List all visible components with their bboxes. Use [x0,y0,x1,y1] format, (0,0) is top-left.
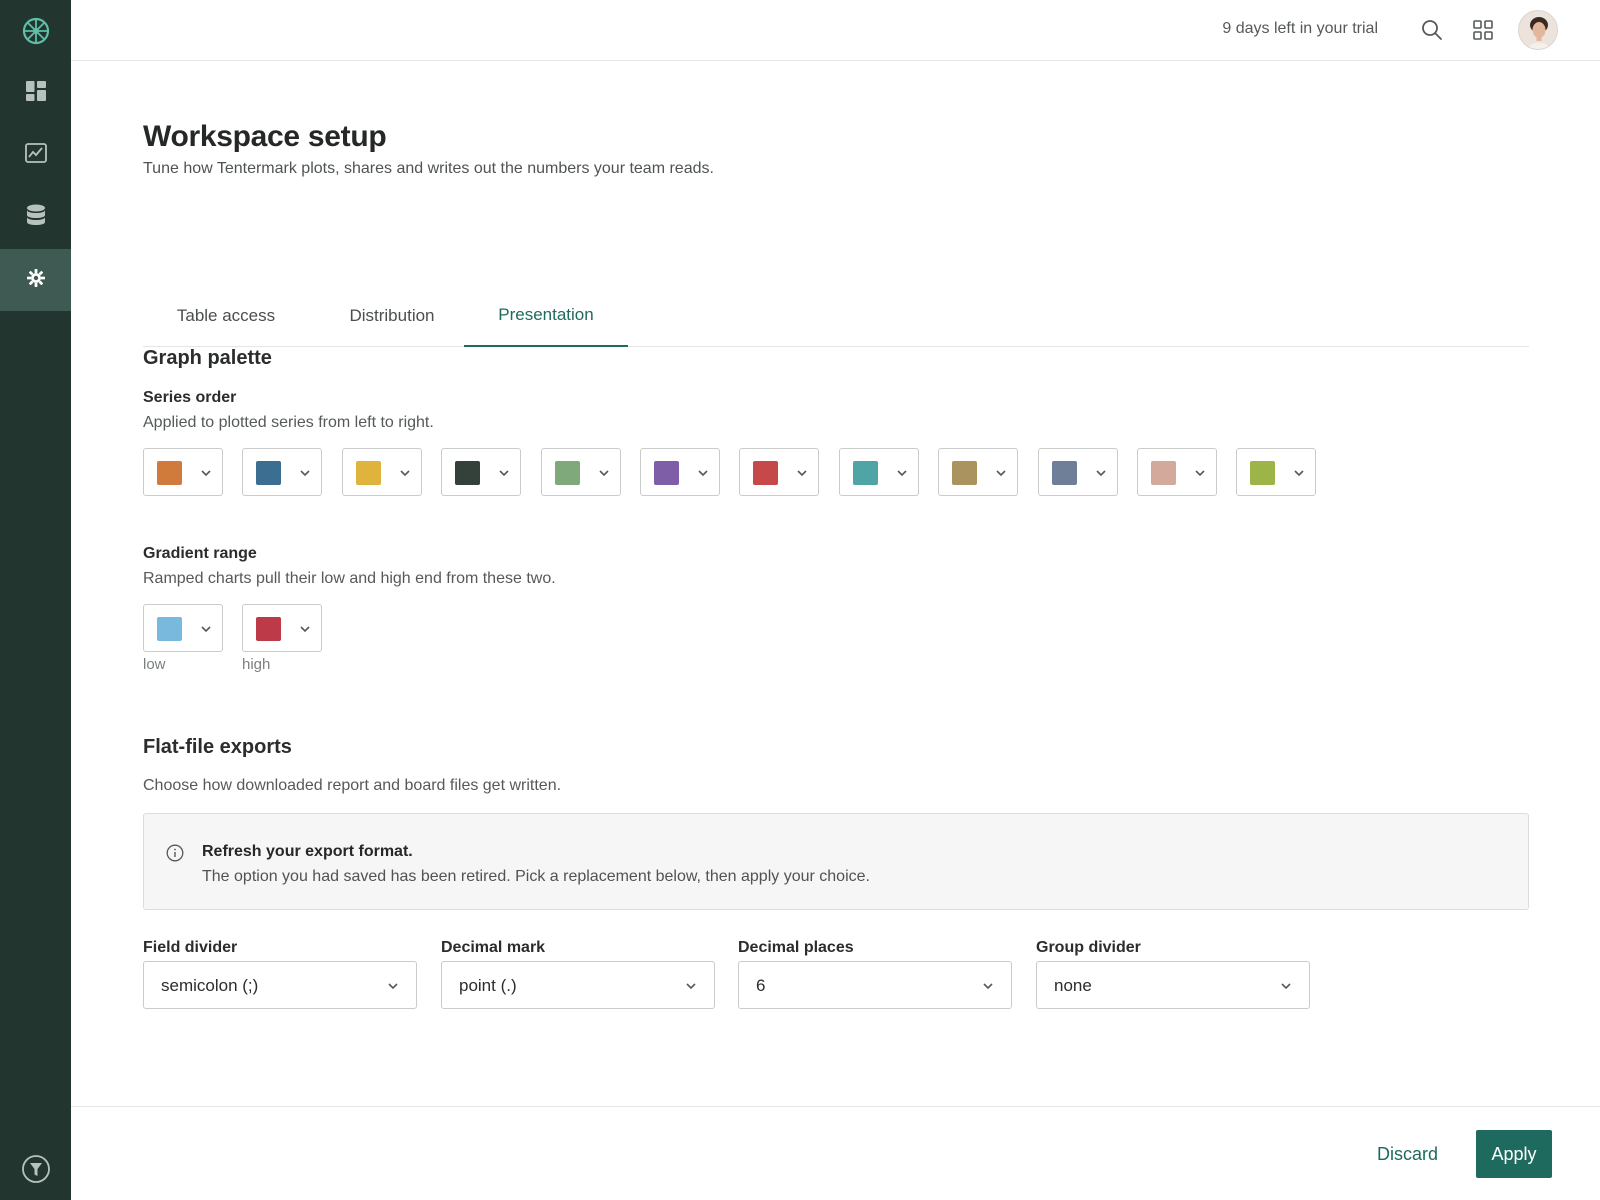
chevron-down-icon [983,983,993,990]
color-chip [654,461,679,485]
series-order-help: Applied to plotted series from left to r… [143,414,434,431]
color-chip [356,461,381,485]
series-color-picker-1[interactable] [143,448,223,496]
field-divider-select[interactable]: semicolon (;) [143,961,417,1009]
series-color-pickers [143,448,1463,496]
series-color-picker-10[interactable] [1038,448,1118,496]
series-color-picker-7[interactable] [739,448,819,496]
line-chart-icon [24,142,47,168]
series-color-picker-4[interactable] [441,448,521,496]
tab-bar: Table access Distribution Presentation [143,285,1529,347]
chevron-down-icon [400,470,410,477]
series-order-label: Series order [143,389,237,406]
field-divider-value: semicolon (;) [161,976,259,995]
color-chip [753,461,778,485]
color-chip [1052,461,1077,485]
callout-title: Refresh your export format. [202,843,413,860]
decimal-places-value: 6 [756,976,766,995]
chevron-down-icon [388,983,398,990]
gradient-range-help: Ramped charts pull their low and high en… [143,570,556,587]
gear-icon [26,268,45,292]
decimal-mark-label: Decimal mark [441,939,546,956]
trial-notice[interactable]: 9 days left in your trial [1222,20,1378,38]
page-title: Workspace setup [143,120,387,153]
chevron-down-icon [201,470,211,477]
top-bar: 9 days left in your trial [71,0,1600,61]
gradient-low-label: low [143,656,166,673]
chevron-down-icon [686,983,696,990]
sidebar-item-dashboard[interactable] [0,62,71,124]
color-chip [853,461,878,485]
decimal-mark-select[interactable]: point (.) [441,961,715,1009]
export-format-callout: Refresh your export format. The option y… [143,813,1529,910]
chevron-down-icon [1195,470,1205,477]
chevron-down-icon [1294,470,1304,477]
dashboard-grid-icon [25,80,46,106]
group-divider-select[interactable]: none [1036,961,1310,1009]
search-icon[interactable] [1418,16,1446,44]
gradient-low-picker[interactable] [143,604,223,652]
chevron-down-icon [897,470,907,477]
series-color-picker-2[interactable] [242,448,322,496]
gradient-high-picker[interactable] [242,604,322,652]
color-chip [256,461,281,485]
gradient-range-label: Gradient range [143,545,257,562]
color-chip [952,461,977,485]
chevron-down-icon [797,470,807,477]
sidebar-item-charts[interactable] [0,124,71,186]
sidebar [0,0,71,1200]
color-chip [256,617,281,641]
series-color-picker-8[interactable] [839,448,919,496]
tab-table-access[interactable]: Table access [143,285,309,347]
avatar[interactable] [1518,10,1558,50]
help-filter-icon[interactable] [0,1138,71,1200]
color-chip [157,461,182,485]
series-color-picker-6[interactable] [640,448,720,496]
chevron-down-icon [996,470,1006,477]
chevron-down-icon [201,626,211,633]
series-color-picker-11[interactable] [1137,448,1217,496]
info-icon [166,844,184,862]
group-divider-label: Group divider [1036,939,1141,956]
group-divider-value: none [1054,976,1092,995]
chevron-down-icon [300,626,310,633]
callout-body: The option you had saved has been retire… [202,868,870,885]
color-chip [1151,461,1176,485]
decimal-mark-value: point (.) [459,976,517,995]
page-subtitle: Tune how Tentermark plots, shares and wr… [143,160,714,177]
flat-file-exports-title: Flat-file exports [143,736,292,758]
database-icon [26,204,45,231]
chevron-down-icon [698,470,708,477]
series-color-picker-12[interactable] [1236,448,1316,496]
color-chip [1250,461,1275,485]
gradient-color-pickers [143,604,343,652]
color-chip [555,461,580,485]
gradient-high-label: high [242,656,271,673]
graph-palette-title: Graph palette [143,347,272,369]
series-color-picker-9[interactable] [938,448,1018,496]
series-color-picker-5[interactable] [541,448,621,496]
sidebar-item-settings[interactable] [0,249,71,311]
wheel-logo-icon[interactable] [0,0,71,62]
color-chip [455,461,480,485]
chevron-down-icon [1281,983,1291,990]
apps-grid-icon[interactable] [1469,16,1497,44]
series-color-picker-3[interactable] [342,448,422,496]
discard-button[interactable]: Discard [1365,1130,1450,1178]
color-chip [157,617,182,641]
action-footer: Discard Apply [71,1106,1600,1200]
decimal-places-select[interactable]: 6 [738,961,1012,1009]
sidebar-item-data[interactable] [0,186,71,248]
decimal-places-label: Decimal places [738,939,854,956]
tab-presentation[interactable]: Presentation [464,285,628,347]
chevron-down-icon [1096,470,1106,477]
chevron-down-icon [300,470,310,477]
chevron-down-icon [599,470,609,477]
field-divider-label: Field divider [143,939,238,956]
flat-file-exports-help: Choose how downloaded report and board f… [143,777,562,794]
tab-distribution[interactable]: Distribution [309,285,475,347]
apply-button[interactable]: Apply [1476,1130,1552,1178]
chevron-down-icon [499,470,509,477]
